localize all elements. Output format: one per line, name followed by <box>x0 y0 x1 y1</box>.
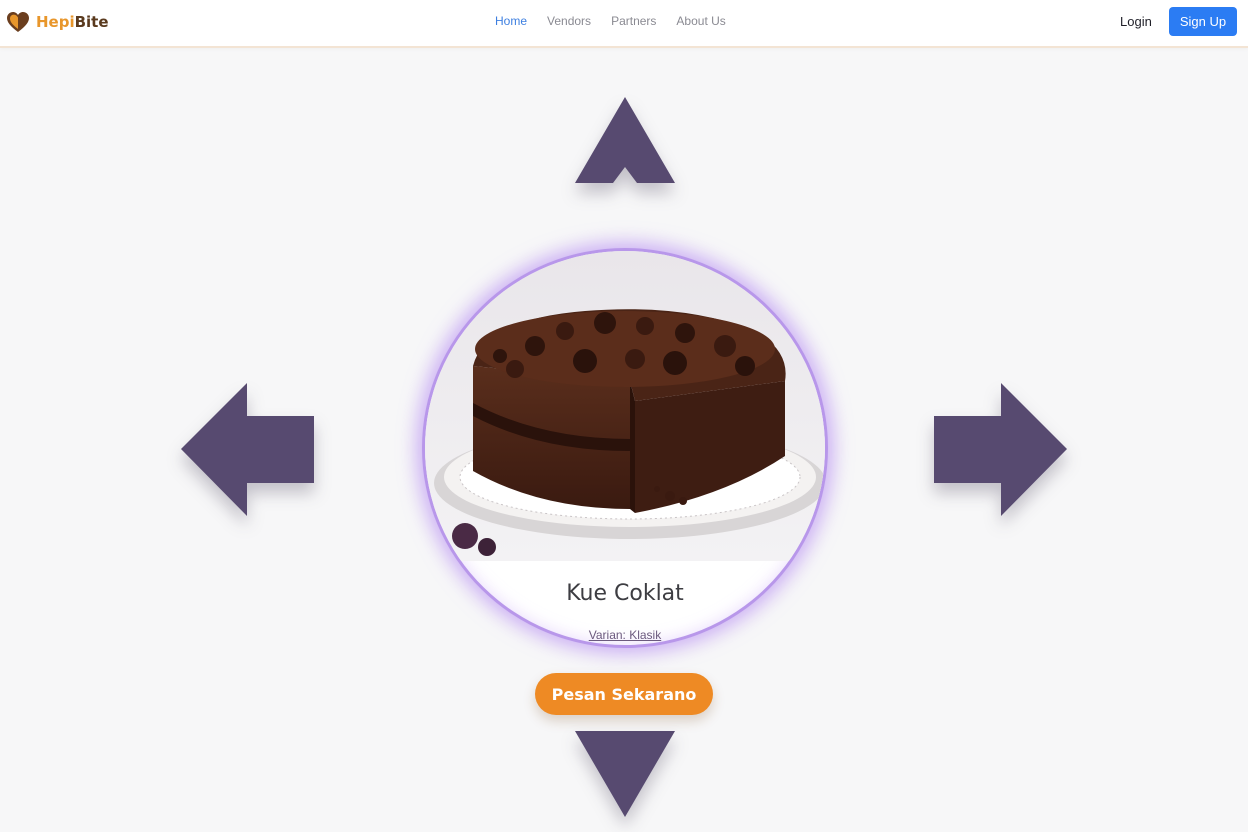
product-card[interactable]: Kue Coklat Varian: Klasik <box>422 248 828 648</box>
brand-name-part2: Bite <box>74 13 109 31</box>
arrow-down-icon[interactable] <box>575 731 675 817</box>
main-nav: Home Vendors Partners About Us <box>495 14 726 28</box>
login-link[interactable]: Login <box>1120 14 1152 29</box>
sign-up-button[interactable]: Sign Up <box>1169 7 1237 36</box>
nav-vendors[interactable]: Vendors <box>547 14 591 28</box>
chocolate-cake-image <box>425 251 825 561</box>
arrow-left-icon[interactable] <box>181 383 314 516</box>
order-now-button[interactable]: Pesan Sekarano <box>535 673 713 715</box>
product-variant-link[interactable]: Varian: Klasik <box>425 628 825 642</box>
brand-logo[interactable]: HepiBite <box>6 10 109 34</box>
nav-home[interactable]: Home <box>495 14 527 28</box>
arrow-up-icon[interactable] <box>575 97 675 183</box>
nav-partners[interactable]: Partners <box>611 14 656 28</box>
arrow-right-icon[interactable] <box>934 383 1067 516</box>
heart-logo-icon <box>7 12 29 32</box>
brand-name-part1: Hepi <box>36 13 75 31</box>
product-title: Kue Coklat <box>566 581 684 606</box>
nav-about-us[interactable]: About Us <box>676 14 725 28</box>
top-nav-bar: HepiBite Home Vendors Partners About Us … <box>0 0 1248 48</box>
